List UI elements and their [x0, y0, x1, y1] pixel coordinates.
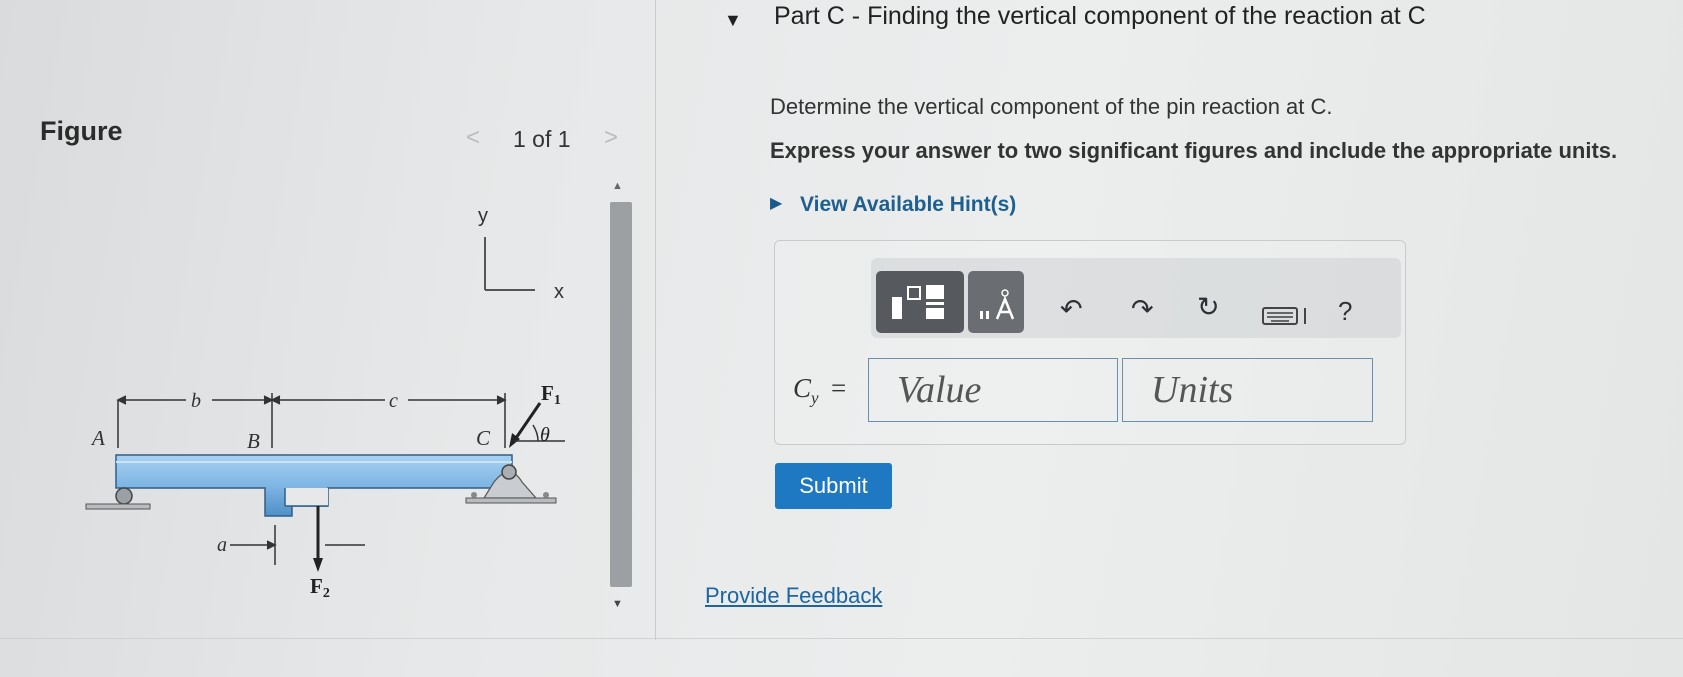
bottom-divider [0, 638, 1683, 639]
symbols-button[interactable] [968, 271, 1024, 333]
force-f1-label: F1 [541, 381, 561, 408]
panel-divider [655, 0, 656, 640]
templates-button[interactable] [876, 271, 964, 333]
keyboard-shape [1262, 307, 1306, 325]
point-a-label: A [90, 426, 105, 450]
view-hints-link[interactable]: View Available Hint(s) [800, 193, 1016, 217]
scroll-down-icon[interactable]: ▼ [612, 598, 623, 610]
figure-scrollbar-thumb[interactable] [610, 202, 632, 587]
beam-diagram: y x b c a A B C F1 θ F2 [85, 205, 565, 601]
part-collapse-icon[interactable]: ▼ [724, 10, 742, 31]
dim-b-label: b [191, 390, 201, 412]
undo-icon[interactable]: ↶ [1060, 294, 1083, 325]
templates-icon [892, 285, 944, 319]
beam [115, 454, 513, 517]
reset-icon[interactable]: ↻ [1197, 292, 1220, 323]
answer-variable-label: Cy [793, 373, 819, 408]
dim-a-label: a [217, 534, 227, 556]
equals-sign: = [831, 373, 847, 403]
symbols-icon [980, 289, 1015, 320]
force-f2-label: F2 [310, 574, 330, 601]
problem-prompt: Determine the vertical component of the … [770, 94, 1333, 119]
figure-next-button[interactable]: > [604, 124, 618, 152]
submit-button[interactable]: Submit [775, 463, 892, 509]
axis-y-label: y [478, 205, 488, 227]
part-title: Part C - Finding the vertical component … [774, 2, 1426, 30]
dim-c-label: c [389, 390, 398, 412]
coordinate-axes: y x [478, 205, 564, 303]
scroll-up-icon[interactable]: ▲ [612, 180, 623, 192]
keyboard-icon[interactable] [1262, 306, 1314, 331]
angle-theta-label: θ [540, 424, 550, 446]
redo-icon[interactable]: ↷ [1131, 294, 1154, 325]
page: Figure < 1 of 1 > y x b c a A B C F1 θ F… [0, 0, 1683, 677]
point-c-label: C [476, 426, 491, 450]
roller-support-a [85, 487, 151, 510]
hints-expand-icon[interactable]: ▶ [770, 193, 782, 213]
value-input[interactable] [868, 358, 1118, 422]
units-input[interactable] [1122, 358, 1373, 422]
provide-feedback-link[interactable]: Provide Feedback [705, 583, 882, 609]
force-f2-arrow [313, 506, 323, 572]
force-f1-arrow [509, 402, 565, 448]
answer-instructions: Express your answer to two significant f… [770, 138, 1618, 163]
point-b-label: B [247, 429, 260, 453]
figure-panel: Figure < 1 of 1 > y x b c a A B C F1 θ F… [0, 0, 655, 677]
axis-x-label: x [554, 281, 564, 303]
help-button[interactable]: ? [1338, 296, 1352, 327]
